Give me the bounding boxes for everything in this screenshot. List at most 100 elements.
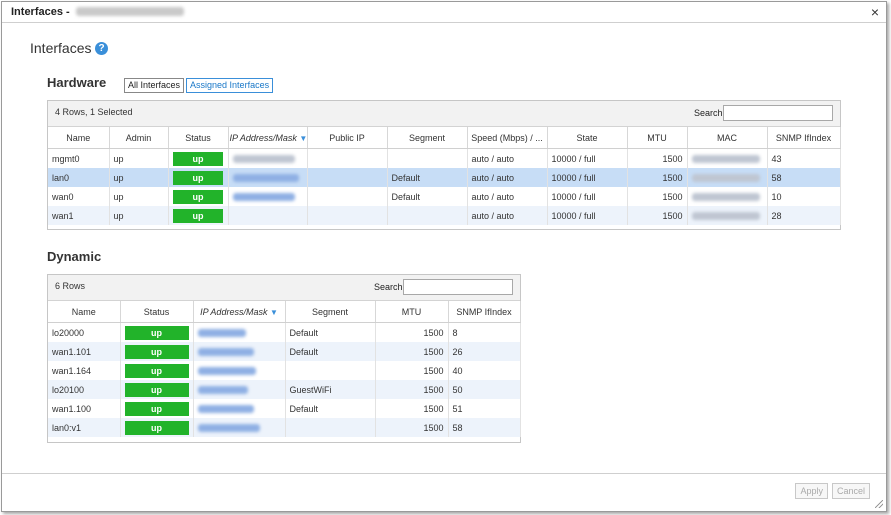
- cell-segment: GuestWiFi: [285, 380, 376, 399]
- redacted-ip: [197, 348, 254, 357]
- cell-mtu: 1500: [375, 342, 449, 361]
- col-header-snmp[interactable]: SNMP IfIndex: [448, 301, 521, 323]
- cell-admin: up: [109, 206, 169, 225]
- cell-mac: [687, 206, 768, 225]
- cell-speed: auto / auto: [467, 148, 548, 168]
- col-header-admin[interactable]: Admin: [109, 127, 169, 149]
- apply-button[interactable]: Apply: [795, 483, 828, 499]
- cell-admin: up: [109, 148, 169, 168]
- cell-admin: up: [109, 187, 169, 206]
- table-row[interactable]: lo20100 up GuestWiFi 1500 50: [48, 380, 521, 399]
- cell-mtu: 1500: [375, 399, 449, 418]
- status-badge: up: [124, 420, 189, 435]
- col-header-snmp[interactable]: SNMP IfIndex: [767, 127, 841, 149]
- cell-ip: [228, 187, 308, 206]
- cell-ip: [193, 342, 286, 361]
- hardware-grid-toolbar: 4 Rows, 1 Selected Search: [48, 101, 840, 127]
- cell-status: up: [168, 168, 229, 187]
- redacted-ip: [197, 329, 246, 338]
- cell-public-ip: [307, 206, 388, 225]
- col-header-segment[interactable]: Segment: [285, 301, 376, 323]
- table-row[interactable]: mgmt0 up up auto / auto 10000 / full 150…: [48, 148, 841, 168]
- cell-speed: auto / auto: [467, 187, 548, 206]
- cancel-button[interactable]: Cancel: [831, 483, 870, 499]
- cell-status: up: [168, 206, 229, 225]
- col-header-mtu[interactable]: MTU: [375, 301, 449, 323]
- redacted-ip: [197, 386, 248, 395]
- cell-mtu: 1500: [627, 148, 688, 168]
- cell-snmp: 28: [767, 206, 841, 225]
- col-header-state[interactable]: State: [547, 127, 628, 149]
- tab-assigned-interfaces[interactable]: Assigned Interfaces: [186, 78, 274, 93]
- cell-admin: up: [109, 168, 169, 187]
- cell-segment: Default: [285, 399, 376, 418]
- col-header-segment[interactable]: Segment: [387, 127, 468, 149]
- close-icon[interactable]: ×: [871, 4, 879, 20]
- table-row[interactable]: lo20000 up Default 1500 8: [48, 322, 521, 342]
- resize-handle-icon[interactable]: [875, 500, 883, 508]
- col-header-ip-address[interactable]: IP Address/Mask ▼: [228, 127, 308, 149]
- cell-ip: [228, 148, 308, 168]
- dynamic-search-label: Search: [374, 282, 403, 292]
- hardware-section-title: Hardware: [47, 75, 107, 90]
- table-row[interactable]: wan1 up up auto / auto 10000 / full 1500…: [48, 206, 841, 225]
- col-header-name[interactable]: Name: [48, 301, 121, 323]
- page-title: Interfaces: [30, 40, 92, 56]
- dynamic-grid-toolbar: 6 Rows Search: [48, 275, 520, 301]
- col-header-mac[interactable]: MAC: [687, 127, 768, 149]
- dynamic-search-input[interactable]: [403, 279, 513, 295]
- table-row[interactable]: wan1.101 up Default 1500 26: [48, 342, 521, 361]
- col-header-mtu[interactable]: MTU: [627, 127, 688, 149]
- redacted-ip: [197, 424, 260, 433]
- redacted-ip: [197, 367, 256, 376]
- help-icon[interactable]: ?: [95, 42, 108, 55]
- cell-name: wan0: [48, 187, 110, 206]
- cell-name: lan0: [48, 168, 110, 187]
- status-badge: up: [124, 344, 189, 359]
- cell-snmp: 40: [448, 361, 521, 380]
- cell-snmp: 51: [448, 399, 521, 418]
- cell-snmp: 10: [767, 187, 841, 206]
- dialog-titlebar: Interfaces - ×: [2, 2, 886, 23]
- status-badge: up: [173, 208, 223, 223]
- cell-snmp: 58: [448, 418, 521, 437]
- cell-status: up: [120, 361, 194, 380]
- table-row[interactable]: lan0:v1 up 1500 58: [48, 418, 521, 437]
- cell-name: wan1.101: [48, 342, 121, 361]
- cell-status: up: [168, 148, 229, 168]
- col-header-ip-label: IP Address/Mask: [229, 132, 297, 143]
- col-header-speed[interactable]: Speed (Mbps) / ...: [467, 127, 548, 149]
- col-header-name[interactable]: Name: [48, 127, 110, 149]
- cell-segment: Default: [285, 322, 376, 342]
- dynamic-section-title: Dynamic: [47, 249, 102, 264]
- tab-all-interfaces[interactable]: All Interfaces: [124, 78, 185, 93]
- cell-name: lo20100: [48, 380, 121, 399]
- redacted-ip: [197, 405, 254, 414]
- redacted-appliance-name: [75, 7, 184, 16]
- cell-ip: [193, 322, 286, 342]
- cell-name: mgmt0: [48, 148, 110, 168]
- sort-desc-icon: ▼: [269, 307, 278, 317]
- table-row[interactable]: lan0 up up Default auto / auto 10000 / f…: [48, 168, 841, 187]
- table-row[interactable]: wan1.164 up 1500 40: [48, 361, 521, 380]
- cell-ip: [193, 418, 286, 437]
- table-row[interactable]: wan1.100 up Default 1500 51: [48, 399, 521, 418]
- status-badge: up: [124, 401, 189, 416]
- col-header-status[interactable]: Status: [168, 127, 229, 149]
- cell-public-ip: [307, 148, 388, 168]
- cell-state: 10000 / full: [547, 206, 628, 225]
- cell-mac: [687, 168, 768, 187]
- cell-state: 10000 / full: [547, 168, 628, 187]
- col-header-public-ip[interactable]: Public IP: [307, 127, 388, 149]
- hardware-row-count: 4 Rows, 1 Selected: [55, 107, 133, 117]
- col-header-ip-address[interactable]: IP Address/Mask ▼: [193, 301, 286, 323]
- hardware-search-input[interactable]: [723, 105, 833, 121]
- cell-mac: [687, 187, 768, 206]
- cell-segment: Default: [387, 187, 468, 206]
- cell-mac: [687, 148, 768, 168]
- col-header-status[interactable]: Status: [120, 301, 194, 323]
- table-row[interactable]: wan0 up up Default auto / auto 10000 / f…: [48, 187, 841, 206]
- dynamic-header-row: Name Status IP Address/Mask ▼ Segment MT…: [48, 301, 521, 323]
- cell-mtu: 1500: [375, 380, 449, 399]
- cell-segment: [387, 148, 468, 168]
